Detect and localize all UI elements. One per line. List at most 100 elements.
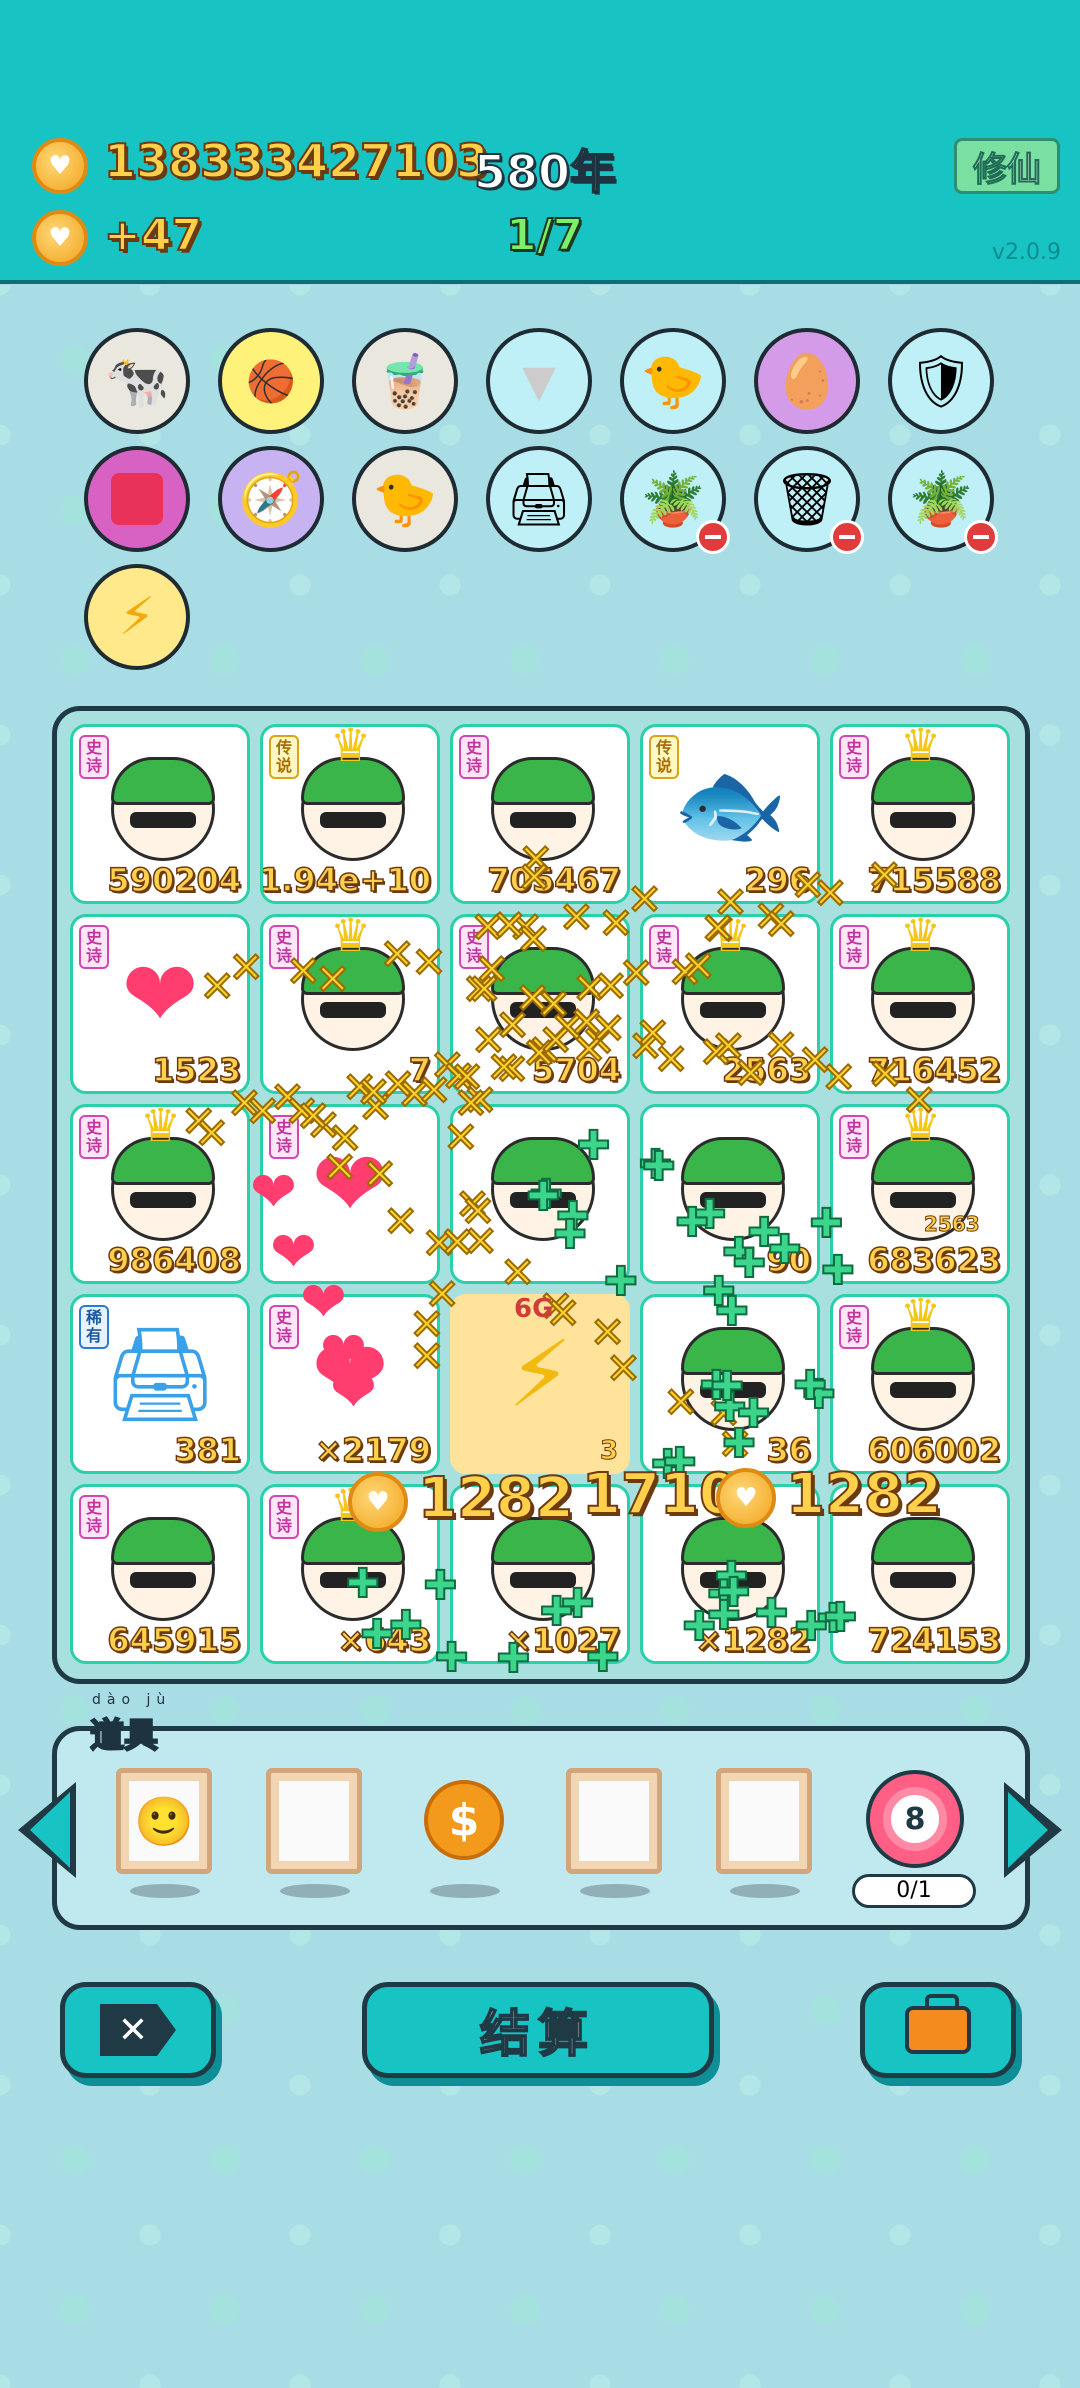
relic-flower-pot[interactable]: 🪴 (620, 446, 730, 554)
combo-x-mark: ✕ (763, 899, 800, 950)
combo-x-mark: ✕ (558, 892, 595, 943)
rarity-tag: 史诗 (269, 1305, 299, 1349)
board-cell[interactable]: ♛ 史诗 606002 (830, 1294, 1010, 1474)
combo-x-mark: ✕ (515, 914, 552, 965)
combo-plus-mark: ✚ (681, 1603, 716, 1651)
combo-plus-mark: ✚ (731, 1240, 766, 1288)
combo-x-mark: ✕ (314, 954, 351, 1005)
board-cell[interactable]: 史诗 590204 (70, 724, 250, 904)
scroll-left-arrow-fill (30, 1792, 70, 1868)
skirt-icon: ▼ (522, 355, 556, 407)
item-slot-5[interactable] (716, 1768, 812, 1874)
settle-button-label: 结算 (479, 2004, 596, 2064)
floating-value-3: 1282 (785, 1461, 943, 1528)
combo-x-mark: ✕ (193, 1108, 230, 1159)
cow-icon: 🐄 (104, 351, 170, 412)
green-hat-sunglasses-face-icon (871, 1517, 975, 1621)
board-cell[interactable]: ♛ 史诗 683623 (830, 1104, 1010, 1284)
coin-icon: ♥ (32, 138, 88, 194)
combo-heart: ❤ (250, 1160, 297, 1225)
bubble-tea-icon: 🧋 (372, 351, 438, 412)
combo-x-mark: ✕ (516, 852, 553, 903)
combo-x-mark: ✕ (618, 948, 655, 999)
relic-flower-pot-2[interactable]: 🪴 (888, 446, 998, 554)
rarity-tag: 传说 (269, 735, 299, 779)
settle-button[interactable]: 结算 (362, 1982, 714, 2078)
item-slot-1[interactable]: 🙂 (116, 1768, 212, 1874)
relic-compass[interactable]: 🧭 (218, 446, 324, 552)
relic-chick-egg-2[interactable]: 🐤 (352, 446, 458, 552)
relic-shield[interactable]: 🛡 (888, 328, 994, 434)
items-ruby: dào jù (92, 1692, 172, 1708)
rarity-tag: 史诗 (79, 735, 109, 779)
combo-x-mark: ✕ (699, 903, 736, 954)
king-sunglasses-face-icon: ♛ (871, 1297, 975, 1431)
board-cell[interactable]: 史诗 645915 (70, 1484, 250, 1664)
relic-bubble-tea[interactable]: 🧋 (352, 328, 458, 434)
briefcase-button[interactable] (860, 1982, 1016, 2078)
relic-skirt[interactable]: ▼ (486, 328, 592, 434)
item-slot-6[interactable]: 8 (866, 1770, 964, 1868)
cancel-button[interactable]: ✕ (60, 1982, 216, 2078)
rarity-tag: 传说 (649, 735, 679, 779)
relic-basketballs[interactable]: 🏀 (218, 328, 324, 434)
board-cell[interactable]: ♛ 史诗 715588 (830, 724, 1010, 904)
combo-plus-mark: ✚ (359, 1611, 394, 1659)
combo-x-mark: ✕ (820, 1052, 857, 1103)
relic-red-bag[interactable] (84, 446, 190, 552)
item-slot-3[interactable]: $ (424, 1780, 504, 1860)
rarity-tag: 史诗 (79, 1495, 109, 1539)
floating-coin-icon: ♥ (348, 1472, 408, 1532)
flower-pot-icon: 🪴 (908, 469, 974, 530)
dollar-coin-icon: $ (448, 1794, 480, 1846)
rarity-tag: 史诗 (839, 1305, 869, 1349)
combo-plus-mark: ✚ (714, 1288, 749, 1336)
item-slot-2[interactable] (266, 1768, 362, 1874)
item-slot-4[interactable] (566, 1768, 662, 1874)
cell-value: 986408 (107, 1240, 242, 1280)
chick-egg-icon: 🐤 (640, 351, 706, 412)
combo-x-mark: ✕ (866, 850, 903, 901)
combo-x-mark: ✕ (410, 937, 447, 988)
combo-x-mark: ✕ (466, 964, 503, 1015)
briefcase-icon (905, 1994, 971, 2054)
remove-badge (964, 520, 998, 554)
relic-chick-egg[interactable]: 🐤 (620, 328, 726, 434)
years-counter: 580年 (473, 144, 617, 200)
relic-lightning[interactable]: ⚡ (84, 564, 190, 670)
board-cell[interactable]: ♛ 传说 1.94e+10 (260, 724, 440, 904)
combo-x-mark: ✕ (470, 1015, 507, 1066)
crown-icon: ♛ (900, 914, 942, 962)
green-hat-sunglasses-face-icon (111, 757, 215, 861)
combo-x-mark: ✕ (355, 1067, 392, 1118)
board-cell[interactable]: ♛ 史诗 716452 (830, 914, 1010, 1094)
combo-x-mark: ✕ (228, 942, 265, 993)
relic-egg[interactable]: 🥚 (754, 328, 860, 434)
cell-value: 683623 (867, 1240, 1002, 1280)
relic-printer[interactable]: 🖨 (486, 446, 592, 552)
combo-plus-mark: ✚ (423, 1562, 458, 1610)
rarity-tag: 史诗 (459, 735, 489, 779)
cultivate-button[interactable]: 修仙 (954, 138, 1060, 194)
item-shadow (130, 1884, 200, 1898)
mini-label: 6G (514, 1294, 554, 1324)
shield-wrench-icon: 🛡 (907, 351, 974, 412)
relic-trash-bag[interactable]: 🗑 (754, 446, 864, 554)
combo-x-mark: ✕ (361, 1149, 398, 1200)
combo-plus-mark: ✚ (495, 1635, 530, 1683)
combo-plus-mark: ✚ (808, 1200, 843, 1248)
combo-plus-mark: ✚ (641, 1143, 676, 1191)
small-coin-label: 2563 (924, 1212, 981, 1237)
cell-value: 724153 (867, 1620, 1002, 1660)
items-label: 道具 (89, 1715, 159, 1757)
basketballs-icon: 🏀 (246, 358, 296, 405)
cell-value: 381 (173, 1430, 241, 1470)
target-number: 8 (904, 1801, 926, 1837)
board-cell[interactable]: 🖨 稀有 381 (70, 1294, 250, 1474)
combo-x-mark: ✕ (867, 1049, 904, 1100)
combo-heart: ❤ (330, 1360, 377, 1425)
relic-cow[interactable]: 🐄 (84, 328, 190, 434)
king-glasses-face-icon: ♛ (301, 727, 405, 861)
combo-plus-mark: ✚ (736, 1390, 771, 1438)
rarity-tag: 史诗 (269, 1495, 299, 1539)
